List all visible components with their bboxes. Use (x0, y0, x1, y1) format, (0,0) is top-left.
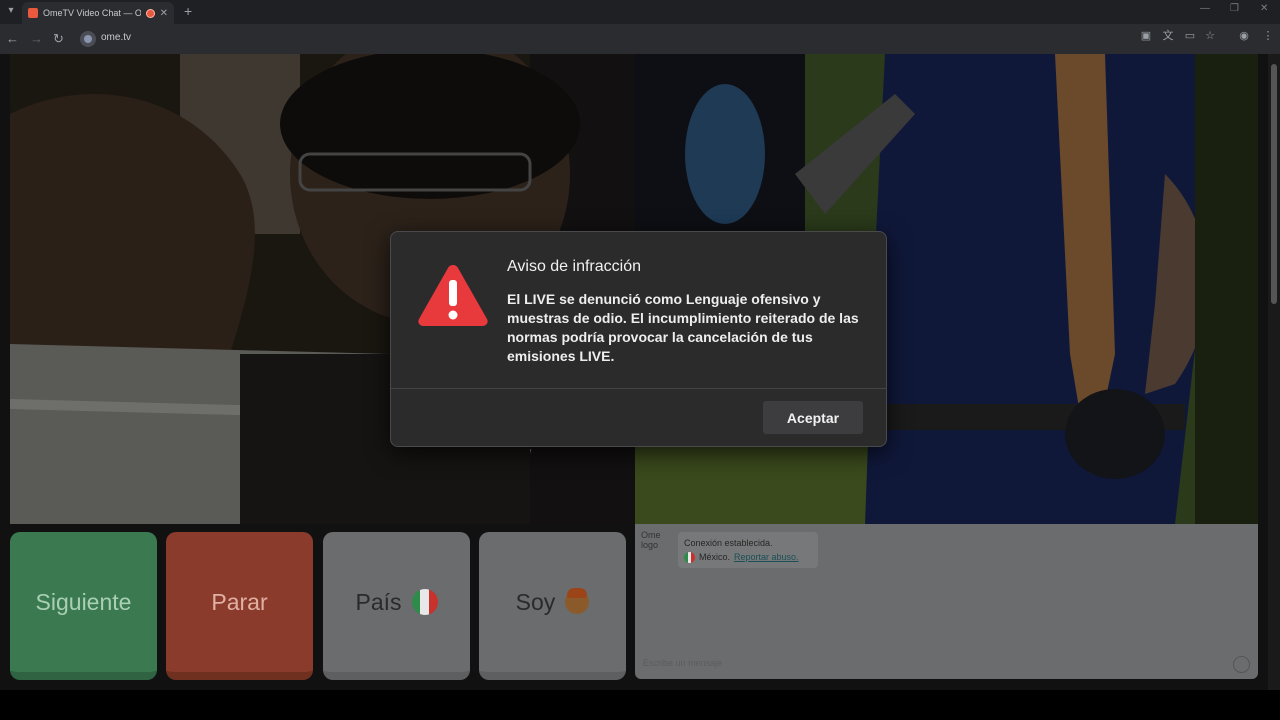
url-text: ome.tv (101, 32, 132, 43)
stop-button[interactable]: Parar (166, 532, 313, 680)
recording-icon (145, 8, 155, 18)
chat-panel: Ome logo Conexión establecida. México. R… (635, 524, 1258, 679)
tab-title: OmeTV Video Chat — Ome (43, 8, 141, 18)
country-filter-button[interactable]: País (323, 532, 470, 680)
menu-icon[interactable]: ⋮ (1262, 30, 1274, 42)
warning-icon (418, 265, 488, 326)
next-button[interactable]: Siguiente (10, 532, 157, 680)
page-scrollbar[interactable] (1268, 54, 1280, 690)
report-abuse-link[interactable]: Reportar abuso. (734, 550, 799, 564)
mexico-flag-small-icon (684, 551, 695, 563)
country-button-label: País (355, 588, 402, 615)
address-bar[interactable]: ome.tv (74, 28, 1224, 50)
close-tab-icon[interactable]: ✕ (160, 8, 168, 19)
boy-avatar-icon (565, 588, 590, 614)
control-panel: Siguiente Parar País Soy (10, 532, 626, 682)
violation-dialog: Aviso de infracción El LIVE se denunció … (390, 231, 887, 447)
forward-icon[interactable]: → (30, 31, 43, 47)
new-tab-button[interactable]: + (184, 3, 192, 19)
minimize-icon[interactable]: — (1200, 3, 1210, 14)
system-message: Conexión establecida. México. Reportar a… (678, 532, 818, 568)
bookmark-icon[interactable]: ☆ (1204, 30, 1216, 42)
connection-status: Conexión establecida. (684, 538, 773, 548)
close-window-icon[interactable]: ✕ (1260, 3, 1268, 14)
ome-logo-icon: Ome logo (641, 530, 661, 550)
tab-list-icon[interactable]: ▾ (4, 4, 18, 18)
emoji-icon[interactable] (1233, 656, 1250, 673)
back-icon[interactable]: ← (6, 31, 19, 47)
gender-filter-button[interactable]: Soy (479, 532, 626, 680)
dialog-title: Aviso de infracción (507, 258, 641, 275)
next-button-label: Siguiente (35, 588, 132, 615)
translate-icon[interactable]: 文 (1162, 30, 1174, 42)
reload-icon[interactable]: ↻ (53, 31, 64, 47)
ometv-favicon-icon (28, 8, 38, 18)
site-info-icon[interactable] (80, 31, 96, 47)
cast-icon[interactable]: ▭ (1184, 30, 1196, 42)
mexico-flag-icon (411, 589, 438, 615)
profile-icon[interactable]: ◉ (1238, 30, 1250, 42)
browser-toolbar: ← → ↻ ome.tv ▣ 文 ▭ ☆ ◉ ⋮ (0, 24, 1280, 54)
browser-tabbar: ▾ OmeTV Video Chat — Ome ✕ + — ❐ ✕ (0, 0, 1280, 24)
partner-country: México. (699, 552, 731, 562)
scrollbar-thumb[interactable] (1271, 64, 1277, 304)
gender-button-label: Soy (515, 588, 556, 615)
screen-bottom-bar (0, 690, 1280, 720)
accept-button[interactable]: Aceptar (763, 401, 863, 434)
message-input[interactable]: Escribe un mensaje (643, 658, 1203, 674)
maximize-icon[interactable]: ❐ (1230, 3, 1239, 14)
dialog-divider (391, 388, 886, 389)
stop-button-label: Parar (211, 588, 268, 615)
browser-tab[interactable]: OmeTV Video Chat — Ome ✕ (22, 2, 174, 24)
dialog-message: El LIVE se denunció como Lenguaje ofensi… (507, 291, 859, 364)
extensions-icon[interactable]: ▣ (1140, 30, 1152, 42)
